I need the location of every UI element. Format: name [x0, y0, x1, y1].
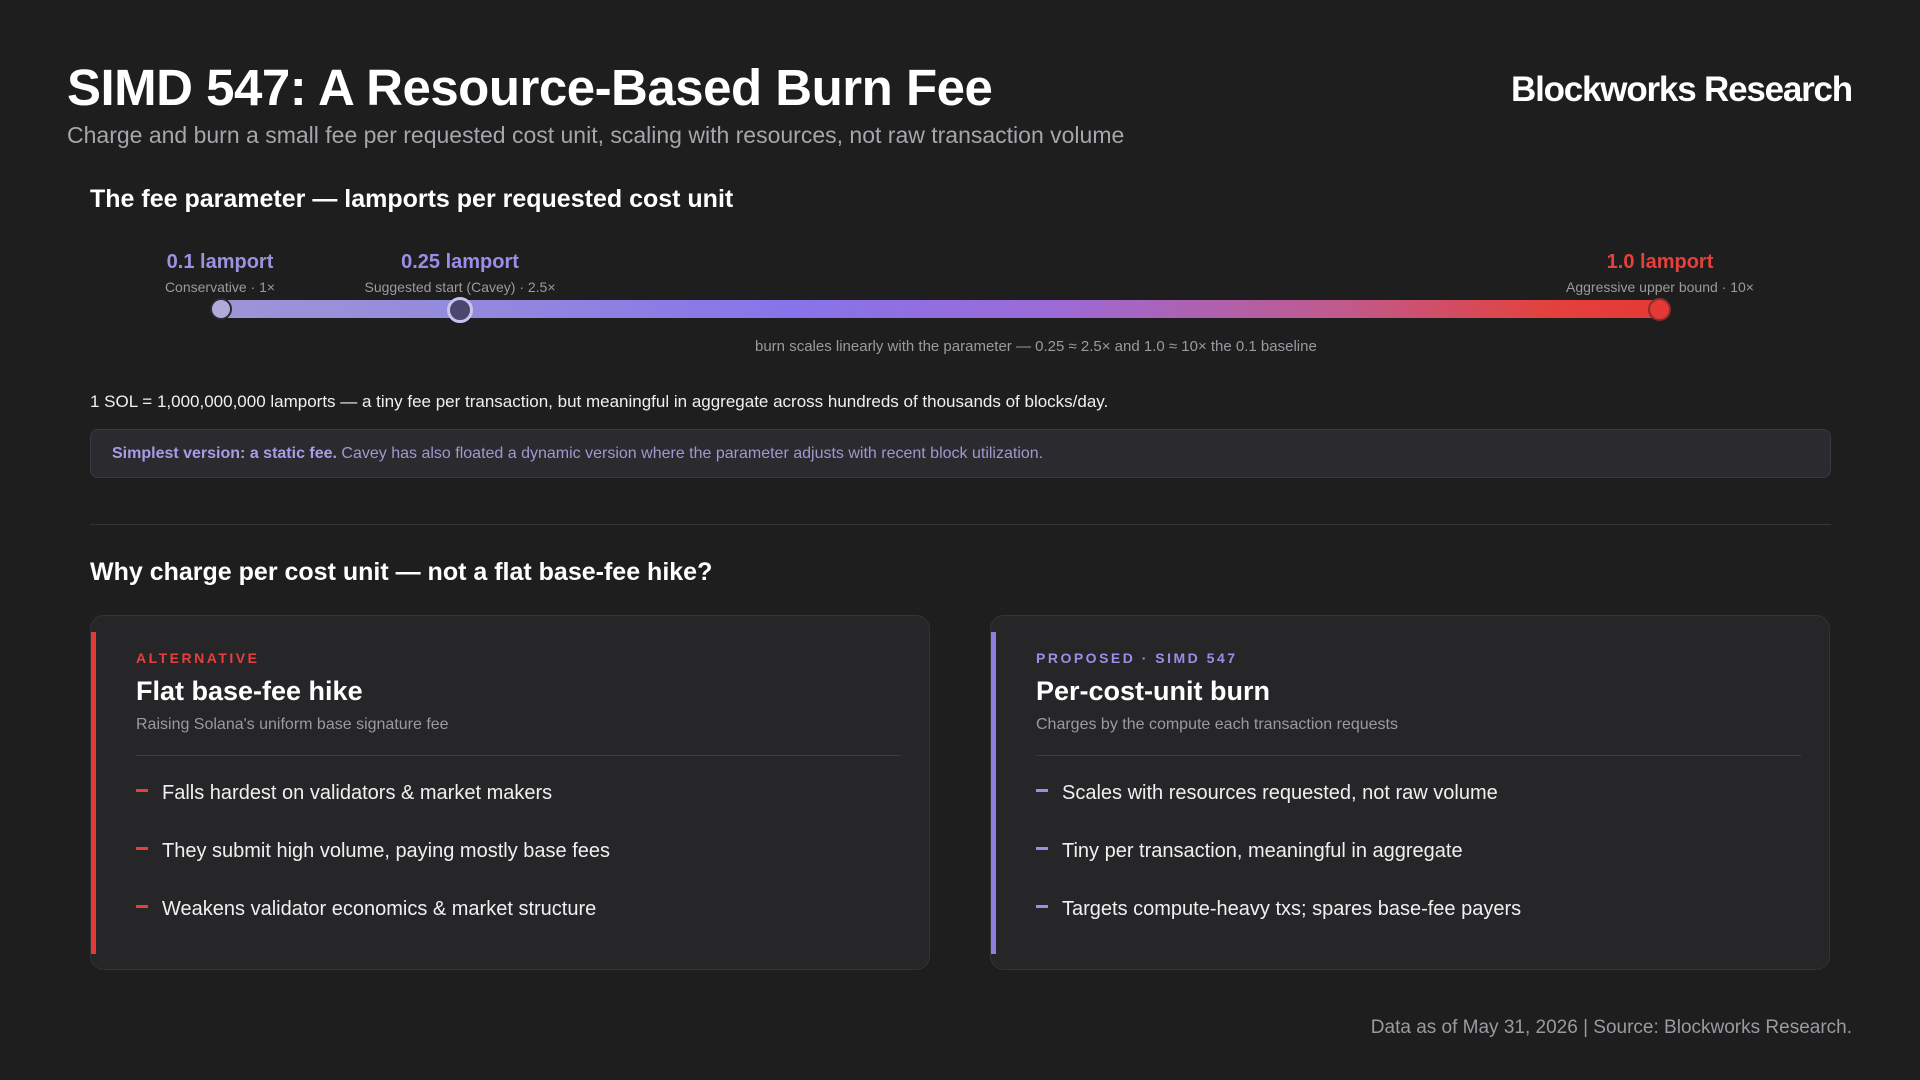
proposed-item: Targets compute-heavy txs; spares base-f… [1036, 898, 1521, 921]
dash-icon [1036, 847, 1048, 850]
alternative-item-text: Falls hardest on validators & market mak… [162, 782, 553, 804]
proposed-item-text: Tiny per transaction, meaningful in aggr… [1062, 840, 1463, 862]
scale-note: burn scales linearly with the parameter … [755, 338, 1317, 355]
fee-scale-track [220, 300, 1660, 318]
dash-icon [136, 789, 148, 792]
comparison-heading: Why charge per cost unit — not a flat ba… [90, 558, 713, 586]
page: SIMD 547: A Resource-Based Burn Fee Char… [0, 0, 1920, 1080]
proposed-desc: Charges by the compute each transaction … [1036, 716, 1398, 733]
alternative-title: Flat base-fee hike [136, 676, 363, 706]
marker-conservative-label: Conservative · 1× [164, 279, 276, 295]
alternative-desc: Raising Solana's uniform base signature … [136, 716, 449, 733]
marker-aggressive-dot [1648, 298, 1671, 321]
callout-bold-text: Simplest version: a static fee. [112, 445, 337, 462]
marker-suggested-label: Suggested start (Cavey) · 2.5× [364, 279, 556, 295]
proposed-accent-bar [991, 632, 996, 954]
marker-aggressive-value: 1.0 lamport [1606, 251, 1714, 273]
proposed-item: Tiny per transaction, meaningful in aggr… [1036, 840, 1463, 863]
proposed-kicker: PROPOSED · SIMD 547 [1036, 650, 1238, 666]
proposed-rule [1036, 755, 1801, 756]
marker-aggressive-label: Aggressive upper bound · 10× [1566, 279, 1754, 295]
proposed-item: Scales with resources requested, not raw… [1036, 782, 1498, 805]
marker-suggested-dot [447, 297, 473, 323]
static-fee-callout: Simplest version: a static fee. Cavey ha… [90, 429, 1831, 478]
marker-conservative-dot [210, 298, 232, 320]
alternative-item: Weakens validator economics & market str… [136, 898, 596, 921]
proposed-card: PROPOSED · SIMD 547 Per-cost-unit burn C… [990, 615, 1830, 970]
brand-logo: Blockworks Research [1511, 70, 1853, 109]
alternative-item-text: They submit high volume, paying mostly b… [162, 840, 610, 862]
marker-conservative-value: 0.1 lamport [166, 251, 274, 273]
fee-parameter-heading: The fee parameter — lamports per request… [90, 185, 734, 213]
proposed-item-text: Targets compute-heavy txs; spares base-f… [1062, 898, 1522, 920]
section-divider [90, 524, 1831, 525]
source-footer: Data as of May 31, 2026 | Source: Blockw… [1370, 1017, 1852, 1038]
dash-icon [136, 905, 148, 908]
proposed-item-text: Scales with resources requested, not raw… [1062, 782, 1498, 804]
alternative-item: Falls hardest on validators & market mak… [136, 782, 552, 805]
page-title: SIMD 547: A Resource-Based Burn Fee [67, 59, 993, 116]
alternative-accent-bar [91, 632, 96, 954]
alternative-rule [136, 755, 901, 756]
dash-icon [136, 847, 148, 850]
alternative-item-text: Weakens validator economics & market str… [162, 898, 597, 920]
lamport-note: 1 SOL = 1,000,000,000 lamports — a tiny … [90, 392, 1109, 411]
alternative-kicker: ALTERNATIVE [136, 650, 260, 666]
marker-suggested-value: 0.25 lamport [401, 251, 519, 273]
dash-icon [1036, 789, 1048, 792]
dash-icon [1036, 905, 1048, 908]
page-subtitle: Charge and burn a small fee per requeste… [67, 122, 1125, 148]
proposed-title: Per-cost-unit burn [1036, 676, 1270, 706]
alternative-card: ALTERNATIVE Flat base-fee hike Raising S… [90, 615, 930, 970]
alternative-item: They submit high volume, paying mostly b… [136, 840, 610, 863]
callout-text: Cavey has also floated a dynamic version… [336, 445, 1044, 462]
